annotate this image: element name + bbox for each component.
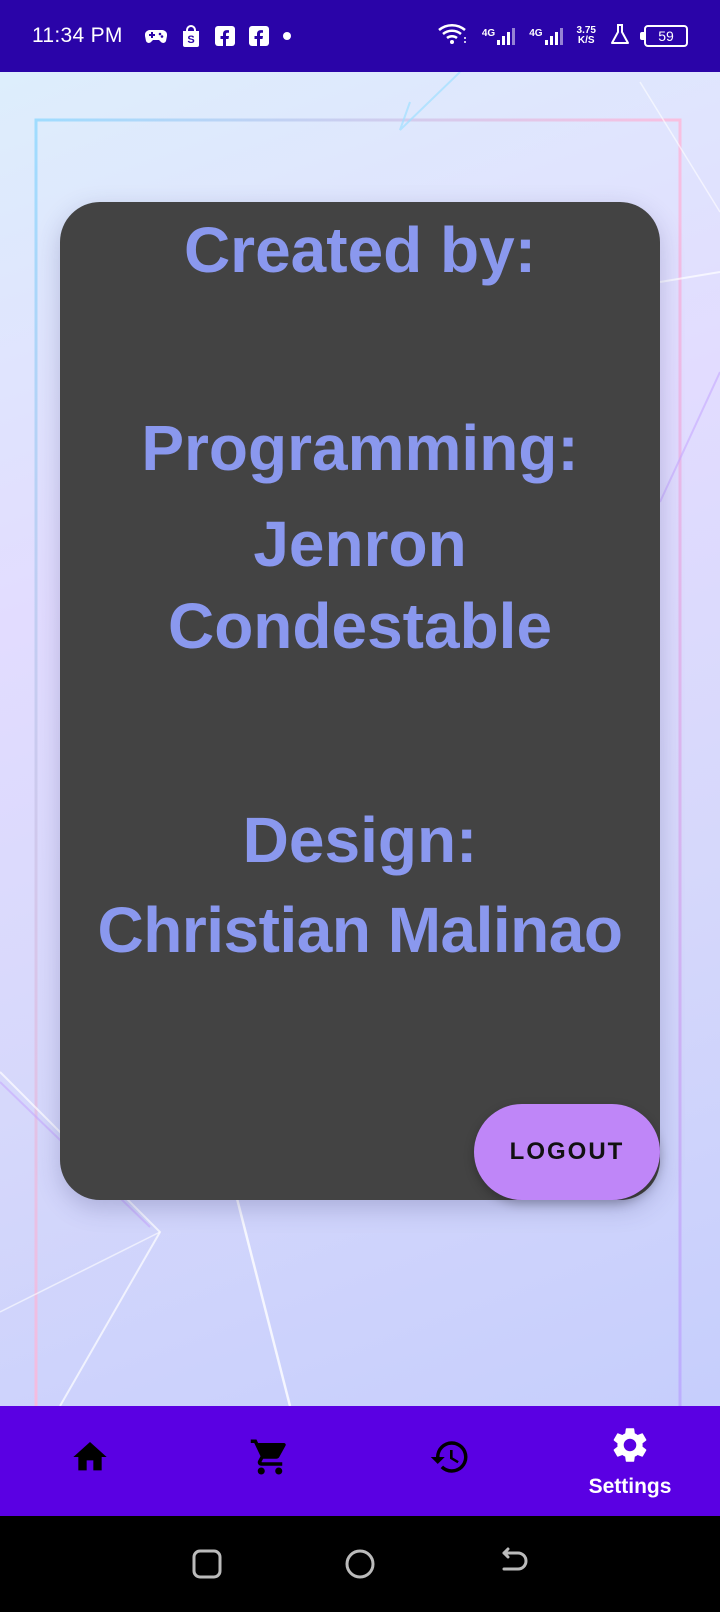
cart-icon — [249, 1436, 291, 1483]
created-by-heading: Created by: — [183, 214, 537, 286]
home-circle-icon[interactable] — [343, 1547, 377, 1581]
battery-icon: 59 — [640, 25, 688, 47]
nav-label-settings: Settings — [588, 1474, 672, 1498]
shopping-bag-icon: S — [181, 25, 201, 47]
network-speed: 3.75 K/S — [577, 26, 596, 46]
recents-icon[interactable] — [190, 1547, 224, 1581]
designer-name: Christian Malinao — [97, 894, 623, 966]
signal-icon: 4G — [481, 27, 516, 45]
back-icon[interactable] — [496, 1547, 530, 1581]
logout-button[interactable]: LOGOUT — [474, 1104, 660, 1200]
speed-unit: K/S — [577, 35, 595, 46]
dot-icon — [282, 32, 291, 40]
programming-label: Programming: — [141, 412, 579, 484]
settings-icon — [609, 1424, 651, 1471]
design-label: Design: — [242, 804, 478, 876]
facebook-icon — [248, 26, 269, 46]
network-type-1: 4G — [481, 27, 496, 39]
signal-icon: 4G — [529, 27, 563, 45]
network-type-2: 4G — [529, 27, 543, 39]
nav-item-home[interactable] — [0, 1406, 180, 1516]
status-bar: 11:34 PM S 4G 4G 3.75 K/S 59 — [0, 0, 720, 72]
bottom-navigation: Settings — [0, 1406, 720, 1516]
facebook-icon — [214, 26, 235, 46]
svg-text:S: S — [187, 34, 194, 46]
notification-icons: S — [144, 25, 291, 47]
game-controller-icon — [144, 28, 167, 44]
system-navigation-bar — [0, 1516, 720, 1612]
programmer-first-name: Jenron — [253, 508, 467, 580]
nav-item-cart[interactable] — [180, 1406, 360, 1516]
history-icon — [429, 1436, 471, 1483]
battery-level: 59 — [658, 28, 674, 44]
flask-icon — [610, 23, 630, 50]
system-indicators: 4G 4G 3.75 K/S 59 — [438, 23, 688, 50]
nav-item-history[interactable] — [360, 1406, 540, 1516]
main-background: Created by: Programming: Jenron Condesta… — [0, 72, 720, 1406]
nav-item-settings[interactable]: Settings — [540, 1406, 720, 1516]
programmer-last-name: Condestable — [167, 590, 553, 662]
status-time: 11:34 PM — [32, 24, 123, 47]
credits-card: Created by: Programming: Jenron Condesta… — [60, 202, 660, 1200]
wifi-icon — [438, 23, 468, 50]
home-icon — [70, 1437, 110, 1482]
